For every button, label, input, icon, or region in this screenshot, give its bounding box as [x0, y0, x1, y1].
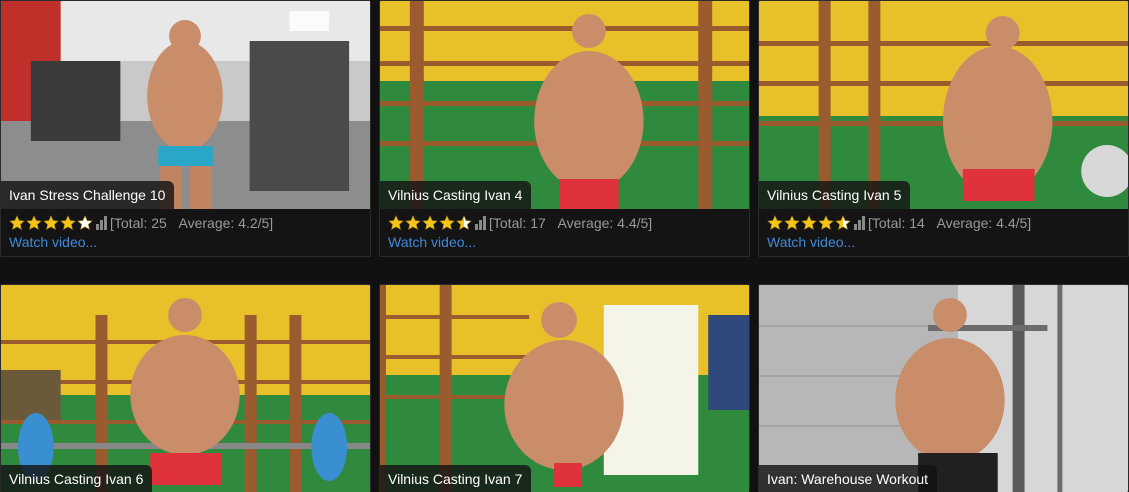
star-icon[interactable]	[818, 215, 834, 231]
star-icon[interactable]	[60, 215, 76, 231]
video-card: Vilnius Casting Ivan 4 [Total: 17 Averag…	[379, 0, 750, 257]
rating-average: Average: 4.4/5]	[557, 215, 653, 231]
video-thumbnail[interactable]: Vilnius Casting Ivan 4	[380, 1, 749, 209]
star-icon[interactable]	[835, 215, 851, 231]
rating-average: Average: 4.2/5]	[178, 215, 274, 231]
video-title[interactable]: Ivan Stress Challenge 10	[1, 181, 175, 209]
watch-video-link[interactable]: Watch video...	[388, 234, 741, 250]
video-card: Vilnius Casting Ivan 5 [Total: 14 Averag…	[758, 0, 1129, 257]
star-icon[interactable]	[784, 215, 800, 231]
gym-photo	[759, 1, 1128, 209]
rating-total: [Total: 17	[489, 215, 546, 231]
gym-photo	[380, 1, 749, 209]
rating-bars-icon	[854, 216, 866, 230]
video-title[interactable]: Vilnius Casting Ivan 7	[380, 465, 532, 492]
star-rating[interactable]	[388, 215, 473, 231]
video-card: Vilnius Casting Ivan 7	[379, 284, 750, 492]
rating-total: [Total: 14	[868, 215, 925, 231]
video-thumbnail[interactable]: Vilnius Casting Ivan 5	[759, 1, 1128, 209]
rating-row: [Total: 14 Average: 4.4/5]	[767, 213, 1120, 233]
video-title[interactable]: Vilnius Casting Ivan 4	[380, 181, 532, 209]
video-title[interactable]: Vilnius Casting Ivan 5	[759, 181, 911, 209]
gym-photo	[380, 285, 749, 492]
warehouse-photo	[759, 285, 1128, 492]
star-icon[interactable]	[801, 215, 817, 231]
star-icon[interactable]	[422, 215, 438, 231]
gym-photo	[1, 285, 370, 492]
video-title[interactable]: Ivan: Warehouse Workout	[759, 465, 938, 492]
video-card: Vilnius Casting Ivan 6	[0, 284, 371, 492]
video-thumbnail[interactable]: Ivan Stress Challenge 10	[1, 1, 370, 209]
star-icon[interactable]	[77, 215, 93, 231]
video-thumbnail[interactable]: Ivan: Warehouse Workout	[759, 285, 1128, 492]
star-icon[interactable]	[9, 215, 25, 231]
star-icon[interactable]	[405, 215, 421, 231]
star-icon[interactable]	[26, 215, 42, 231]
rating-bars-icon	[96, 216, 108, 230]
video-thumbnail[interactable]: Vilnius Casting Ivan 6	[1, 285, 370, 492]
star-icon[interactable]	[456, 215, 472, 231]
watch-video-link[interactable]: Watch video...	[767, 234, 1120, 250]
star-rating[interactable]	[9, 215, 94, 231]
rating-row: [Total: 17 Average: 4.4/5]	[388, 213, 741, 233]
star-icon[interactable]	[43, 215, 59, 231]
rating-average: Average: 4.4/5]	[936, 215, 1032, 231]
video-thumbnail[interactable]: Vilnius Casting Ivan 7	[380, 285, 749, 492]
video-card: Ivan Stress Challenge 10 [Total: 25 Aver…	[0, 0, 371, 257]
video-title[interactable]: Vilnius Casting Ivan 6	[1, 465, 153, 492]
rating-bars-icon	[475, 216, 487, 230]
watch-video-link[interactable]: Watch video...	[9, 234, 362, 250]
rating-row: [Total: 25 Average: 4.2/5]	[9, 213, 362, 233]
gym-photo	[1, 1, 370, 209]
star-icon[interactable]	[388, 215, 404, 231]
rating-total: [Total: 25	[110, 215, 167, 231]
star-rating[interactable]	[767, 215, 852, 231]
star-icon[interactable]	[767, 215, 783, 231]
video-card: Ivan: Warehouse Workout	[758, 284, 1129, 492]
star-icon[interactable]	[439, 215, 455, 231]
